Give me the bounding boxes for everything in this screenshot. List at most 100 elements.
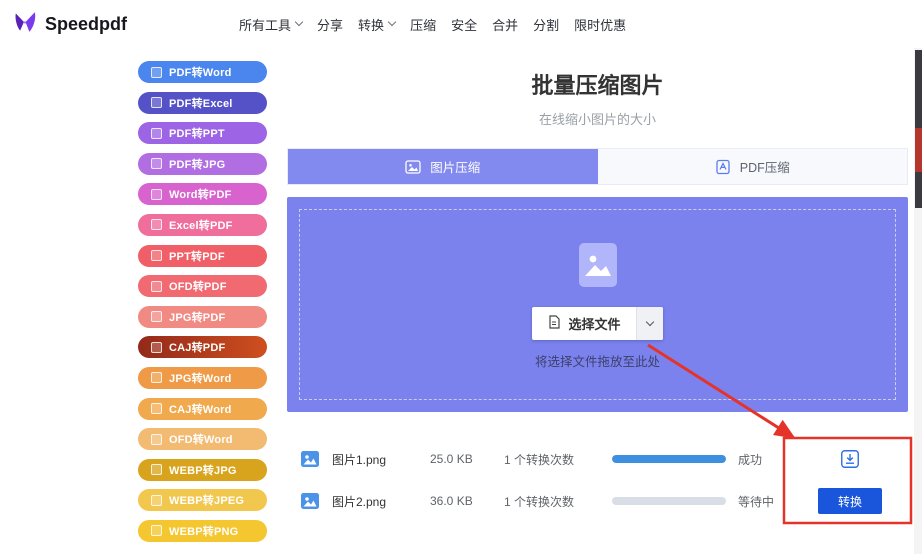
speedpdf-logo-icon: [12, 9, 38, 40]
file-type-icon: [151, 341, 162, 353]
dropzone-hint: 将选择文件拖放至此处: [534, 354, 660, 369]
sidebar-item-label: OFD转Word: [169, 434, 233, 447]
nav-item-6[interactable]: 合并: [492, 15, 518, 34]
conversion-count: 1 个转换次数: [504, 494, 575, 509]
select-file-label: 选择文件: [568, 316, 621, 332]
file-size: 25.0 KB: [430, 452, 473, 466]
sidebar-item-label: WEBP转PNG: [169, 525, 239, 538]
tab-label: PDF压缩: [739, 161, 790, 175]
file-row: 图片2.png 36.0 KB 1 个转换次数 等待中 转换: [287, 480, 908, 522]
document-icon: [547, 314, 561, 332]
progress-bar: [612, 497, 726, 505]
file-type-icon: [151, 219, 162, 231]
chevron-down-icon: [645, 317, 654, 327]
upload-image-file-icon: [573, 240, 623, 295]
sidebar-item-label: Word转PDF: [169, 189, 232, 202]
sidebar-item-7[interactable]: PPT转PDF: [138, 244, 267, 267]
file-type-icon: [151, 127, 162, 139]
dropzone[interactable]: 选择文件 将选择文件拖放至此处: [287, 197, 908, 412]
nav-item-label: 限时优惠: [574, 17, 627, 33]
main-content: 批量压缩图片 在线缩小图片的大小 图片压缩 PDF压缩 选择文件 将选择文件拖放…: [287, 48, 908, 522]
nav-item-2[interactable]: 分享: [317, 15, 343, 34]
file-type-icon: [151, 158, 162, 170]
file-row: 图片1.png 25.0 KB 1 个转换次数 成功: [287, 438, 908, 480]
tab-bar: 图片压缩 PDF压缩: [287, 148, 908, 185]
sidebar: PDF转Word PDF转Excel PDF转PPT PDF转JPG Word转PDF E…: [138, 61, 267, 551]
sidebar-item-5[interactable]: Word转PDF: [138, 183, 267, 206]
select-file-dropdown-toggle[interactable]: [635, 306, 663, 340]
nav-item-4[interactable]: 压缩: [410, 15, 436, 34]
sidebar-item-10[interactable]: CAJ转PDF: [138, 336, 267, 359]
progress-bar: [612, 455, 726, 463]
sidebar-item-label: JPG转Word: [169, 372, 232, 385]
sidebar-item-label: PDF转Excel: [169, 97, 233, 110]
convert-button[interactable]: 转换: [818, 488, 882, 514]
status-text: 等待中: [738, 494, 775, 509]
sidebar-item-6[interactable]: Excel转PDF: [138, 213, 267, 236]
nav-item-3[interactable]: 转换: [358, 15, 397, 34]
sidebar-item-8[interactable]: OFD转PDF: [138, 275, 267, 298]
conversion-count: 1 个转换次数: [504, 452, 575, 467]
nav-item-label: 分割: [533, 17, 560, 33]
file-type-icon: [151, 280, 162, 292]
sidebar-item-2[interactable]: PDF转Excel: [138, 91, 267, 114]
nav-item-label: 合并: [492, 17, 519, 33]
sidebar-item-15[interactable]: WEBP转JPEG: [138, 489, 267, 512]
right-edge-fragment: [915, 128, 922, 172]
tab-pdf-compress[interactable]: PDF压缩: [597, 149, 907, 184]
file-type-icon: [151, 188, 162, 200]
row-action: [818, 450, 882, 468]
file-type-icon: [151, 311, 162, 323]
tab-label: 图片压缩: [430, 161, 481, 175]
file-type-icon: [151, 97, 162, 109]
nav-item-label: 所有工具: [239, 17, 292, 33]
sidebar-item-label: JPG转PDF: [169, 311, 226, 324]
chevron-down-icon: [294, 17, 304, 27]
select-file-button[interactable]: 选择文件: [532, 306, 663, 340]
row-action: 转换: [818, 488, 882, 514]
image-file-icon: [300, 491, 320, 511]
sidebar-item-label: WEBP转JPG: [169, 464, 237, 477]
file-type-icon: [151, 494, 162, 506]
sidebar-item-9[interactable]: JPG转PDF: [138, 305, 267, 328]
sidebar-item-label: PDF转Word: [169, 67, 232, 79]
nav-item-5[interactable]: 安全: [451, 15, 477, 34]
sidebar-item-label: CAJ转Word: [169, 403, 232, 416]
download-button[interactable]: [841, 450, 859, 468]
sidebar-item-14[interactable]: WEBP转JPG: [138, 458, 267, 481]
nav-menu: 所有工具 分享 转换 压缩 安全 合并 分割 限时优惠: [239, 15, 626, 34]
file-type-icon: [151, 372, 162, 384]
image-compress-icon: [405, 159, 421, 175]
nav-item-7[interactable]: 分割: [533, 15, 559, 34]
file-name: 图片1.png: [332, 452, 387, 467]
file-name: 图片2.png: [332, 494, 387, 509]
dropzone-dashed-border: 选择文件 将选择文件拖放至此处: [299, 209, 896, 400]
progress-fill: [612, 455, 726, 463]
sidebar-item-label: PDF转PPT: [169, 128, 225, 141]
nav-item-1[interactable]: 所有工具: [239, 15, 304, 34]
nav-item-label: 压缩: [410, 17, 437, 33]
sidebar-item-12[interactable]: CAJ转Word: [138, 397, 267, 420]
brand-name: Speedpdf: [45, 13, 128, 34]
sidebar-item-label: WEBP转JPEG: [169, 495, 245, 508]
status-text: 成功: [738, 452, 763, 467]
sidebar-item-4[interactable]: PDF转JPG: [138, 152, 267, 175]
navbar: Speedpdf 所有工具 分享 转换 压缩 安全 合并 分割 限时优惠: [0, 0, 922, 48]
sidebar-item-label: PDF转JPG: [169, 158, 226, 171]
sidebar-item-13[interactable]: OFD转Word: [138, 428, 267, 451]
nav-item-label: 分享: [317, 17, 344, 33]
sidebar-item-11[interactable]: JPG转Word: [138, 366, 267, 389]
brand[interactable]: Speedpdf: [12, 9, 127, 40]
sidebar-item-16[interactable]: WEBP转PNG: [138, 519, 267, 542]
file-type-icon: [151, 433, 162, 445]
file-type-icon: [151, 464, 162, 476]
sidebar-item-3[interactable]: PDF转PPT: [138, 122, 267, 145]
file-type-icon: [151, 403, 162, 415]
nav-item-8[interactable]: 限时优惠: [574, 15, 626, 34]
nav-item-label: 安全: [451, 17, 478, 33]
file-size: 36.0 KB: [430, 494, 473, 508]
sidebar-item-1[interactable]: PDF转Word: [138, 61, 267, 83]
image-file-icon: [300, 449, 320, 469]
tab-image-compress[interactable]: 图片压缩: [288, 149, 598, 184]
pdf-compress-icon: [715, 159, 731, 175]
